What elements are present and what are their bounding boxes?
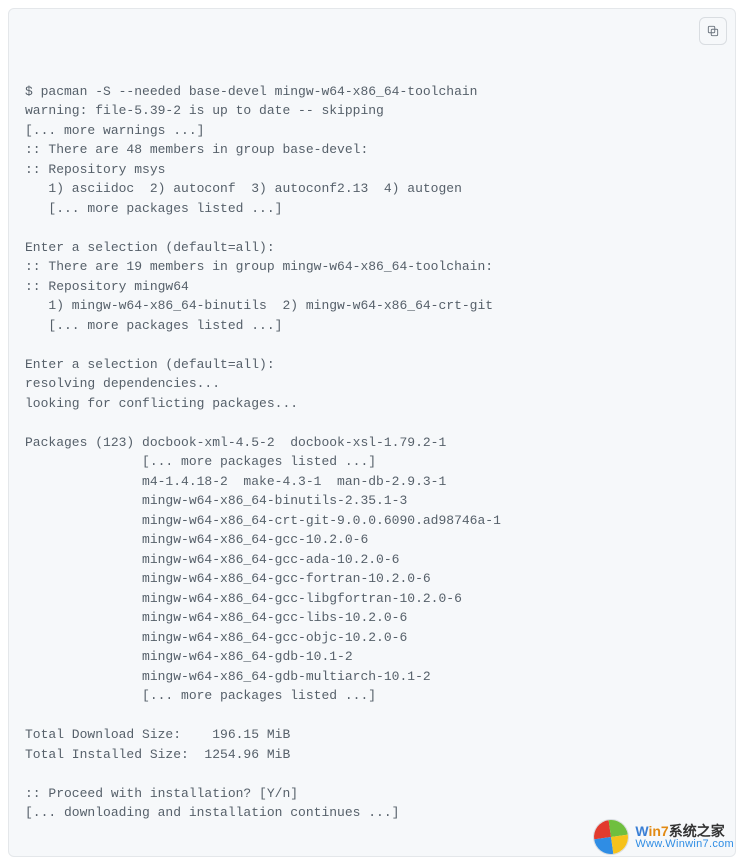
code-line: warning: file-5.39-2 is up to date -- sk… bbox=[25, 101, 719, 121]
copy-icon bbox=[706, 24, 720, 38]
code-line: Packages (123) docbook-xml-4.5-2 docbook… bbox=[25, 433, 719, 453]
code-line: looking for conflicting packages... bbox=[25, 394, 719, 414]
watermark-url: Www.Winwin7.com bbox=[635, 839, 734, 851]
code-line: 1) mingw-w64-x86_64-binutils 2) mingw-w6… bbox=[25, 296, 719, 316]
code-line: mingw-w64-x86_64-crt-git-9.0.0.6090.ad98… bbox=[25, 511, 719, 531]
code-line: mingw-w64-x86_64-gcc-libs-10.2.0-6 bbox=[25, 608, 719, 628]
code-line: Enter a selection (default=all): bbox=[25, 355, 719, 375]
code-line: mingw-w64-x86_64-gcc-fortran-10.2.0-6 bbox=[25, 569, 719, 589]
code-line: mingw-w64-x86_64-gdb-10.1-2 bbox=[25, 647, 719, 667]
code-line: mingw-w64-x86_64-gcc-libgfortran-10.2.0-… bbox=[25, 589, 719, 609]
code-line: Enter a selection (default=all): bbox=[25, 238, 719, 258]
code-line: 1) asciidoc 2) autoconf 3) autoconf2.13 … bbox=[25, 179, 719, 199]
code-line: [... more packages listed ...] bbox=[25, 199, 719, 219]
code-line bbox=[25, 335, 719, 355]
code-line: Total Download Size: 196.15 MiB bbox=[25, 725, 719, 745]
watermark-brand-w: W bbox=[635, 823, 648, 839]
code-line: :: Proceed with installation? [Y/n] bbox=[25, 784, 719, 804]
code-line: [... more warnings ...] bbox=[25, 121, 719, 141]
code-line: $ pacman -S --needed base-devel mingw-w6… bbox=[25, 82, 719, 102]
code-content: $ pacman -S --needed base-devel mingw-w6… bbox=[25, 82, 719, 823]
code-line: resolving dependencies... bbox=[25, 374, 719, 394]
code-line: :: There are 19 members in group mingw-w… bbox=[25, 257, 719, 277]
watermark-text: Win7系统之家 Www.Winwin7.com bbox=[635, 824, 734, 850]
copy-button[interactable] bbox=[699, 17, 727, 45]
code-line: Total Installed Size: 1254.96 MiB bbox=[25, 745, 719, 765]
terminal-output-block: $ pacman -S --needed base-devel mingw-w6… bbox=[8, 8, 736, 857]
code-line: [... more packages listed ...] bbox=[25, 452, 719, 472]
code-line: mingw-w64-x86_64-gdb-multiarch-10.1-2 bbox=[25, 667, 719, 687]
watermark-brand-in7: in7 bbox=[648, 823, 668, 839]
code-line: [... more packages listed ...] bbox=[25, 686, 719, 706]
watermark: Win7系统之家 Www.Winwin7.com bbox=[593, 819, 734, 855]
watermark-brand-rest: 系统之家 bbox=[669, 823, 725, 839]
code-line: mingw-w64-x86_64-gcc-10.2.0-6 bbox=[25, 530, 719, 550]
windows-logo-icon bbox=[591, 817, 632, 858]
code-line: mingw-w64-x86_64-gcc-objc-10.2.0-6 bbox=[25, 628, 719, 648]
code-line: [... more packages listed ...] bbox=[25, 316, 719, 336]
code-line: m4-1.4.18-2 make-4.3-1 man-db-2.9.3-1 bbox=[25, 472, 719, 492]
code-line: mingw-w64-x86_64-gcc-ada-10.2.0-6 bbox=[25, 550, 719, 570]
code-line: :: Repository msys bbox=[25, 160, 719, 180]
code-line bbox=[25, 706, 719, 726]
code-line bbox=[25, 413, 719, 433]
code-line: mingw-w64-x86_64-binutils-2.35.1-3 bbox=[25, 491, 719, 511]
code-line bbox=[25, 218, 719, 238]
code-line: :: Repository mingw64 bbox=[25, 277, 719, 297]
code-line bbox=[25, 764, 719, 784]
code-line: :: There are 48 members in group base-de… bbox=[25, 140, 719, 160]
